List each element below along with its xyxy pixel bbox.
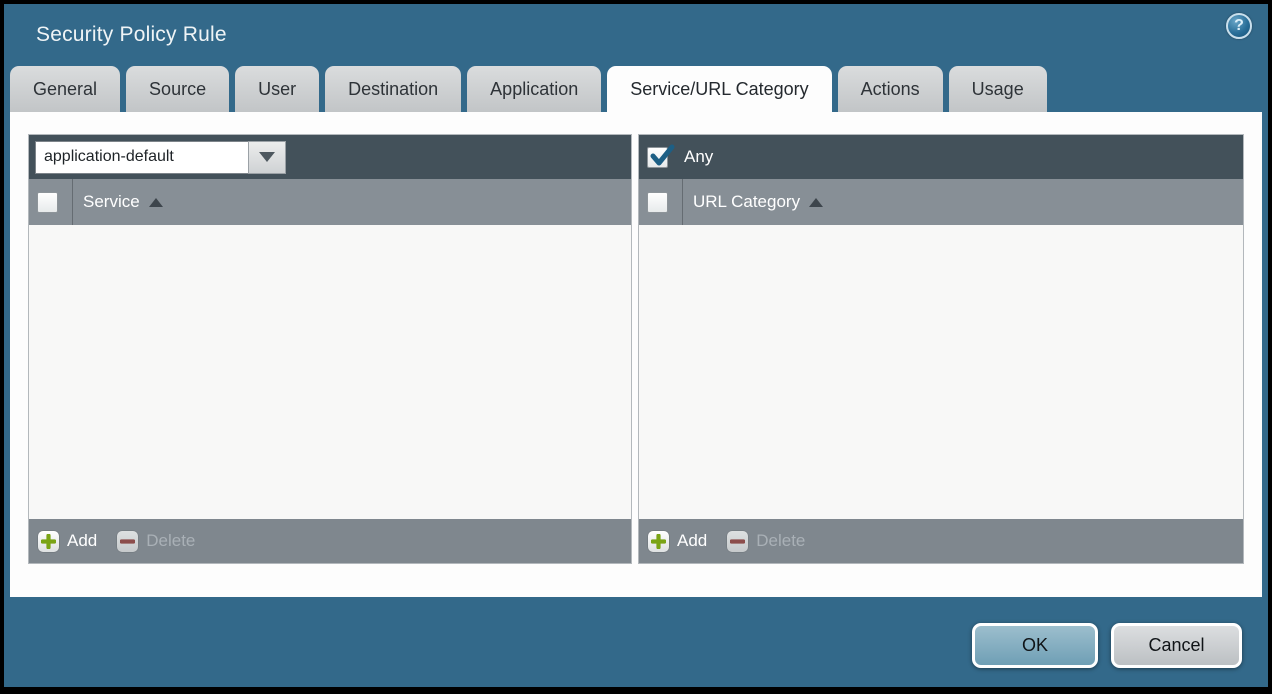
url-category-column-header[interactable]: URL Category (693, 192, 800, 212)
title-bar: Security Policy Rule ? (4, 4, 1268, 66)
url-category-list (639, 225, 1243, 519)
service-type-dropdown-button[interactable] (248, 141, 286, 174)
service-delete-button[interactable]: Delete (117, 531, 195, 552)
any-label: Any (684, 147, 713, 167)
tab-label: Usage (972, 79, 1024, 100)
any-checkbox[interactable] (647, 147, 668, 168)
url-category-panel: Any URL Category Add (638, 134, 1244, 564)
tab-label: Actions (861, 79, 920, 100)
delete-label: Delete (756, 531, 805, 551)
help-icon[interactable]: ? (1226, 13, 1252, 39)
page-title: Security Policy Rule (36, 23, 227, 47)
delete-label: Delete (146, 531, 195, 551)
cancel-button[interactable]: Cancel (1111, 623, 1242, 668)
dialog-action-buttons: OK Cancel (972, 623, 1242, 668)
sort-asc-icon[interactable] (149, 198, 163, 207)
service-type-dropdown[interactable] (35, 141, 286, 174)
tab-label: Application (490, 79, 578, 100)
chevron-down-icon (259, 152, 275, 162)
tab-label: Source (149, 79, 206, 100)
security-policy-rule-dialog: Security Policy Rule ? General Source Us… (4, 4, 1268, 687)
url-category-column-header-row: URL Category (639, 179, 1243, 225)
service-select-all-checkbox[interactable] (37, 192, 58, 213)
tab-application[interactable]: Application (467, 66, 601, 112)
url-category-toolbar: Any (639, 135, 1243, 179)
tab-actions[interactable]: Actions (838, 66, 943, 112)
service-column-header[interactable]: Service (83, 192, 140, 212)
url-category-select-all-checkbox[interactable] (647, 192, 668, 213)
tab-content: Service Add Delete (10, 112, 1262, 597)
tab-usage[interactable]: Usage (949, 66, 1047, 112)
add-label: Add (67, 531, 97, 551)
header-divider (682, 179, 683, 225)
service-add-button[interactable]: Add (38, 531, 97, 552)
sort-asc-icon[interactable] (809, 198, 823, 207)
tab-label: Service/URL Category (630, 79, 808, 100)
service-toolbar (29, 135, 631, 179)
service-footer: Add Delete (29, 519, 631, 563)
url-category-footer: Add Delete (639, 519, 1243, 563)
tab-source[interactable]: Source (126, 66, 229, 112)
plus-icon (38, 531, 59, 552)
url-category-delete-button[interactable]: Delete (727, 531, 805, 552)
minus-icon (117, 531, 138, 552)
tab-user[interactable]: User (235, 66, 319, 112)
service-list (29, 225, 631, 519)
header-divider (72, 179, 73, 225)
service-panel: Service Add Delete (28, 134, 632, 564)
tab-destination[interactable]: Destination (325, 66, 461, 112)
tab-general[interactable]: General (10, 66, 120, 112)
service-column-header-row: Service (29, 179, 631, 225)
tab-label: Destination (348, 79, 438, 100)
ok-button[interactable]: OK (972, 623, 1098, 668)
tab-label: General (33, 79, 97, 100)
tab-strip: General Source User Destination Applicat… (10, 66, 1053, 112)
minus-icon (727, 531, 748, 552)
plus-icon (648, 531, 669, 552)
url-category-add-button[interactable]: Add (648, 531, 707, 552)
tab-service-url-category[interactable]: Service/URL Category (607, 66, 831, 112)
add-label: Add (677, 531, 707, 551)
service-type-input[interactable] (35, 141, 248, 174)
tab-label: User (258, 79, 296, 100)
